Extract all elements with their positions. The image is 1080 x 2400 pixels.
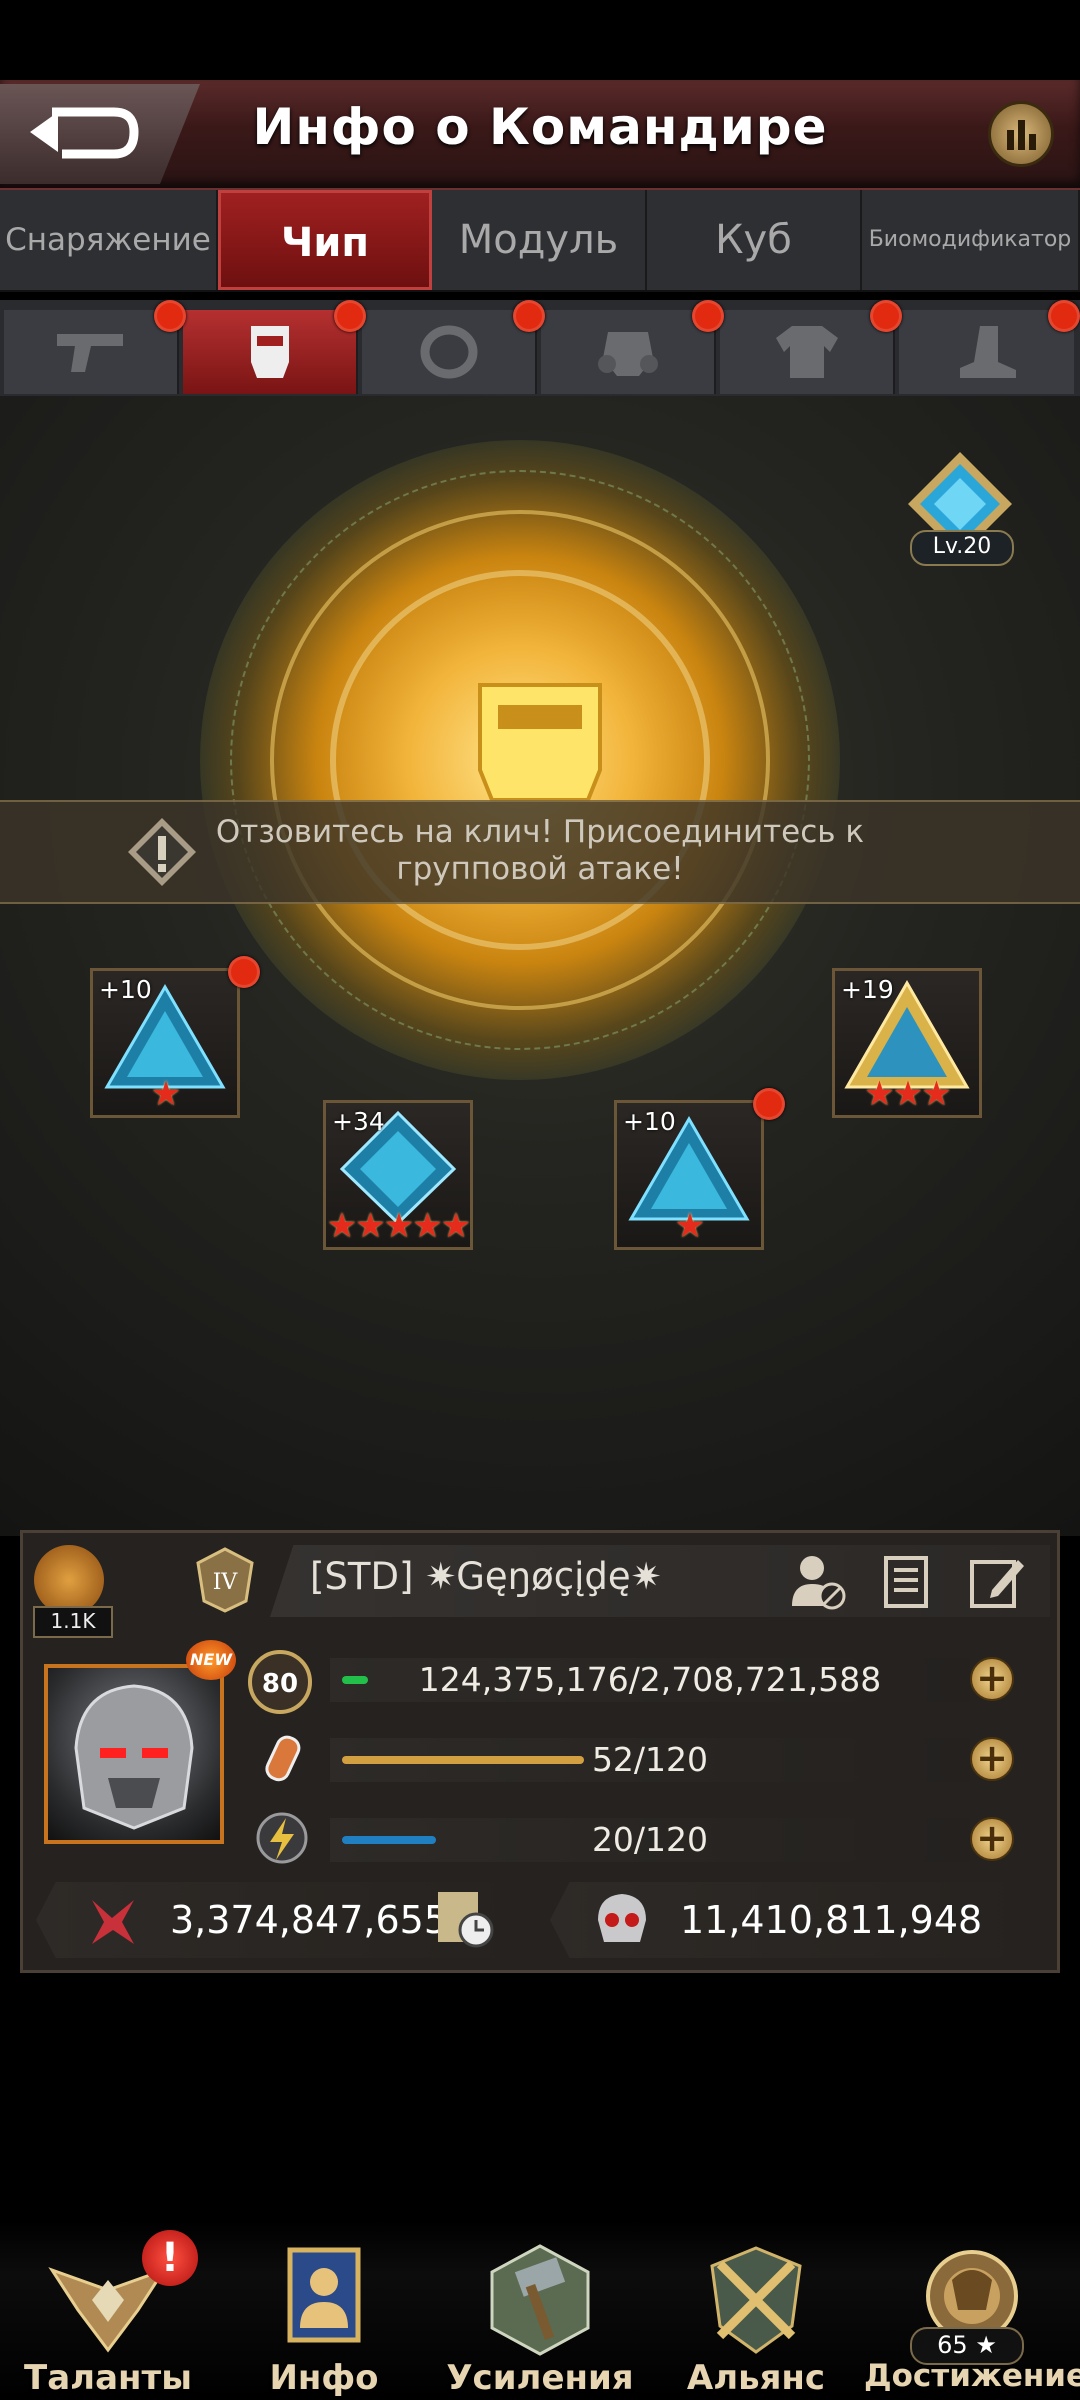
notification-dot [334,300,366,332]
chip-core-icon[interactable] [470,675,610,805]
nav-boosts[interactable]: Усиления [432,2240,648,2400]
chip-level-label: Lv.20 [910,530,1014,566]
stamina-row: 52/120 [330,1738,980,1782]
subtab-ring[interactable] [362,310,537,394]
chip-slot-icon [250,326,289,378]
rally-banner-text: Отзовитесь на клич! Присоединитесь к гру… [215,814,865,887]
subtab-boot[interactable] [899,310,1074,394]
armor-icon [775,326,838,378]
edit-icon[interactable] [966,1550,1028,1612]
chip-stars: ★★★★★ [326,1206,471,1246]
nav-label: Усиления [446,2358,634,2398]
like-thumb-icon[interactable] [34,1545,104,1615]
stamina-icon [265,1735,301,1782]
notification-dot [1048,300,1080,332]
pistol-icon [56,334,123,372]
stats-button[interactable] [988,101,1054,167]
subtab-pistol[interactable] [4,310,179,394]
boosts-icon [490,2244,590,2356]
tab-chip[interactable]: Чип [218,190,432,290]
chip-stars: ★ [150,1074,181,1114]
block-user-icon[interactable] [786,1550,848,1612]
commander-avatar[interactable] [44,1664,224,1844]
add-exp-button[interactable]: + [970,1657,1014,1701]
power-fist-icon [92,1900,134,1944]
subtab-armor[interactable] [720,310,895,394]
chip-stars: ★ [674,1206,705,1246]
tab-biomodifier[interactable]: Биомодификатор [862,190,1080,290]
commander-name: [STD] ✷Gęŋøçįḑę✷ [310,1555,662,1598]
subtab-chip[interactable] [183,310,358,394]
rank-badge-icon: IV [196,1547,254,1613]
tab-equipment[interactable]: Снаряжение [0,190,218,290]
chip-level: +34 [332,1107,385,1136]
commander-level-icon: 80 [248,1650,312,1714]
talents-alert-icon: ! [142,2230,198,2286]
main-tabs: Снаряжение Чип Модуль Куб Биомодификатор [0,190,1080,292]
chip-slot-3[interactable]: +10 ★ [614,1100,764,1250]
likes-count: 1.1K [33,1606,113,1638]
exp-row: 124,375,176/2,708,721,588 [330,1658,980,1702]
kills-skull-icon [598,1894,646,1942]
chip-slot-4[interactable]: +19 ★★★ [832,968,982,1118]
chip-level: +10 [623,1107,676,1136]
stamina-value: 52/120 [591,1740,709,1779]
power-details-icon[interactable] [432,1886,498,1952]
nav-label: Альянс [686,2358,826,2398]
tab-module[interactable]: Модуль [432,190,647,290]
subtab-mask[interactable] [541,310,716,394]
chip-stars: ★★★ [864,1074,951,1114]
nav-label: Таланты [24,2358,192,2398]
tab-cube[interactable]: Куб [647,190,862,290]
page-title: Инфо о Командире [252,98,828,156]
notification-dot [228,956,260,988]
notification-dot [154,300,186,332]
back-arrow-icon [30,107,139,159]
achievement-count: 65 ★ [910,2327,1024,2365]
notification-dot [692,300,724,332]
bar-chart-icon [1007,120,1036,150]
notification-dot [513,300,545,332]
new-badge: NEW [186,1640,236,1680]
chip-level: +10 [99,975,152,1004]
nav-achievement[interactable]: Достижение [864,2240,1080,2400]
chip-slot-1[interactable]: +10 ★ [90,968,240,1118]
warning-icon [128,818,196,886]
ring-icon [420,325,477,379]
nav-info[interactable]: Инфо [216,2240,432,2400]
chip-level: +19 [841,975,894,1004]
add-energy-button[interactable]: + [970,1817,1014,1861]
boot-icon [959,326,1016,378]
helmet-avatar-icon [74,1684,194,1830]
records-icon[interactable] [876,1550,938,1612]
energy-row: 20/120 [330,1818,980,1862]
nav-label: Инфо [269,2358,379,2398]
kills-value: 11,410,811,948 [680,1898,983,1942]
info-icon [287,2247,361,2343]
exp-value: 124,375,176/2,708,721,588 [418,1660,882,1699]
notification-dot [870,300,902,332]
gas-mask-icon [597,332,658,376]
commander-level: 80 [262,1669,298,1699]
svg-text:IV: IV [213,1570,239,1595]
energy-icon [256,1812,308,1864]
add-stamina-button[interactable]: + [970,1737,1014,1781]
power-value: 3,374,847,655 [170,1898,449,1942]
alliance-icon [710,2246,802,2354]
notification-dot [753,1088,785,1120]
status-bar [0,0,1080,80]
nav-alliance[interactable]: Альянс [648,2240,864,2400]
energy-value: 20/120 [591,1820,709,1859]
chip-slot-2[interactable]: +34 ★★★★★ [323,1100,473,1250]
